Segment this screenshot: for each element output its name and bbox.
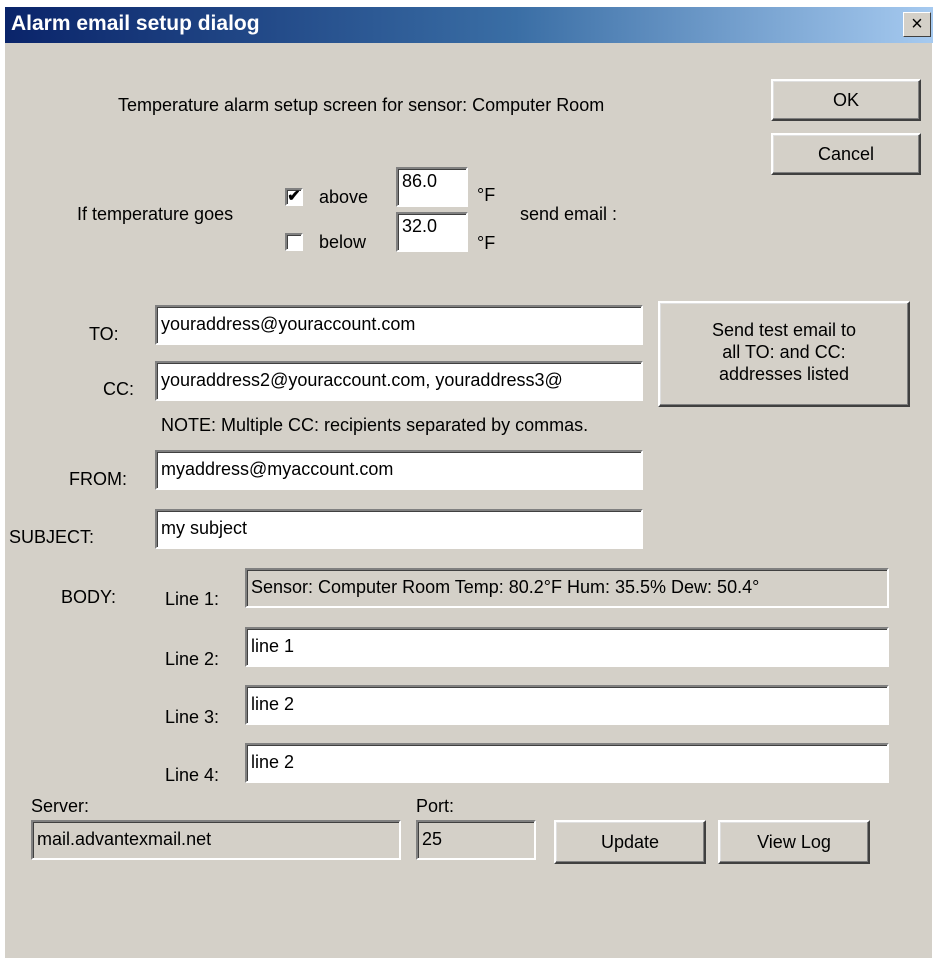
- below-label: below: [319, 232, 367, 252]
- send-email-label: send email :: [520, 204, 618, 224]
- server-field: mail.advantexmail.net: [31, 820, 401, 860]
- view-log-button[interactable]: View Log: [718, 820, 870, 864]
- port-field: 25: [416, 820, 536, 860]
- below-unit: °F: [477, 233, 496, 253]
- update-button[interactable]: Update: [554, 820, 706, 864]
- ok-button[interactable]: OK: [771, 79, 921, 121]
- subject-input[interactable]: my subject: [155, 509, 643, 549]
- above-threshold-input[interactable]: 86.0: [396, 167, 468, 207]
- cc-input[interactable]: youraddress2@youraccount.com, youraddres…: [155, 361, 643, 401]
- from-input[interactable]: myaddress@myaccount.com: [155, 450, 643, 490]
- body-label: BODY:: [61, 587, 117, 607]
- cc-label: CC:: [103, 379, 134, 399]
- line-2-input[interactable]: line 1: [245, 627, 889, 667]
- line-4-label: Line 4:: [165, 765, 220, 785]
- below-threshold-input[interactable]: 32.0: [396, 212, 468, 252]
- to-label: TO:: [89, 324, 119, 344]
- title-bar: Alarm email setup dialog ×: [5, 7, 933, 43]
- line-3-label: Line 3:: [165, 707, 220, 727]
- below-checkbox[interactable]: [285, 233, 303, 251]
- line-3-input[interactable]: line 2: [245, 685, 889, 725]
- line-4-input[interactable]: line 2: [245, 743, 889, 783]
- close-icon: ×: [911, 13, 923, 35]
- subject-label: SUBJECT:: [9, 527, 95, 547]
- checkmark-icon: ✔: [287, 188, 301, 205]
- above-checkbox[interactable]: ✔: [285, 188, 303, 206]
- server-label: Server:: [31, 796, 90, 816]
- above-label: above: [319, 187, 369, 207]
- line-2-label: Line 2:: [165, 649, 220, 669]
- to-input[interactable]: youraddress@youraccount.com: [155, 305, 643, 345]
- sensor-caption: Temperature alarm setup screen for senso…: [118, 95, 605, 115]
- send-test-label-line-1: Send test email to: [711, 320, 857, 340]
- send-test-label-line-3: addresses listed: [718, 364, 850, 384]
- line-1-label: Line 1:: [165, 589, 220, 609]
- close-button[interactable]: ×: [903, 12, 931, 37]
- port-label: Port:: [416, 796, 455, 816]
- alarm-email-dialog: Alarm email setup dialog × Temperature a…: [4, 6, 933, 958]
- line-1-readonly-field: Sensor: Computer Room Temp: 80.2°F Hum: …: [245, 568, 889, 608]
- trigger-label: If temperature goes: [77, 204, 234, 224]
- from-label: FROM:: [69, 469, 127, 489]
- send-test-label-line-2: all TO: and CC:: [722, 342, 846, 362]
- window-title: Alarm email setup dialog: [11, 12, 260, 35]
- cc-note: NOTE: Multiple CC: recipients separated …: [161, 415, 589, 435]
- above-unit: °F: [477, 185, 496, 205]
- cancel-button[interactable]: Cancel: [771, 133, 921, 175]
- send-test-email-button[interactable]: Send test email to all TO: and CC: addre…: [658, 301, 910, 407]
